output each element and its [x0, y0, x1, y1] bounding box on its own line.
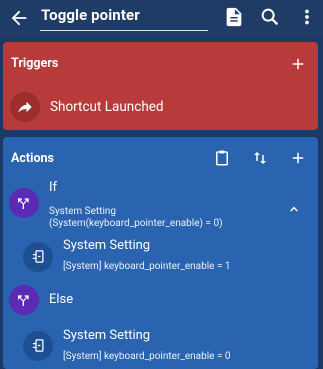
branch-icon: [9, 188, 39, 218]
triggers-title: Triggers: [11, 56, 59, 71]
trigger-item[interactable]: Shortcut Launched: [3, 86, 318, 130]
add-trigger-icon[interactable]: [289, 55, 307, 73]
share-arrow-icon: [10, 92, 40, 122]
trigger-label: Shortcut Launched: [50, 99, 164, 115]
if-detail-line2: (System(keyboard_pointer_enable) = 0): [49, 218, 223, 229]
chevron-up-icon[interactable]: [286, 201, 302, 217]
add-action-icon[interactable]: [289, 149, 307, 167]
action-label[interactable]: System Setting: [63, 328, 150, 343]
actions-title: Actions: [11, 151, 54, 166]
actions-header: Actions: [3, 137, 318, 179]
action-detail: [System] keyboard_pointer_enable = 1: [63, 261, 231, 272]
title-text: Toggle pointer: [41, 6, 140, 24]
if-label[interactable]: If: [49, 180, 57, 195]
branch-icon: [9, 285, 39, 315]
back-arrow-icon[interactable]: [8, 7, 30, 29]
settings-device-icon: [23, 242, 53, 272]
app-bar: Toggle pointer: [0, 0, 323, 38]
action-detail: [System] keyboard_pointer_enable = 0: [63, 351, 231, 362]
else-label[interactable]: Else: [49, 292, 73, 307]
actions-card: Actions If System Setting (System(keyboa…: [3, 137, 318, 369]
action-label[interactable]: System Setting: [63, 238, 150, 253]
settings-device-icon: [23, 331, 53, 361]
clipboard-icon[interactable]: [213, 149, 231, 167]
triggers-card: Triggers Shortcut Launched: [3, 42, 318, 130]
triggers-header: Triggers: [3, 42, 318, 86]
more-vertical-icon[interactable]: [296, 6, 318, 28]
search-icon[interactable]: [259, 6, 281, 28]
if-detail-line1: System Setting: [49, 206, 117, 217]
title-field[interactable]: Toggle pointer: [40, 4, 208, 31]
sort-icon[interactable]: [251, 149, 269, 167]
document-icon[interactable]: [223, 6, 245, 28]
